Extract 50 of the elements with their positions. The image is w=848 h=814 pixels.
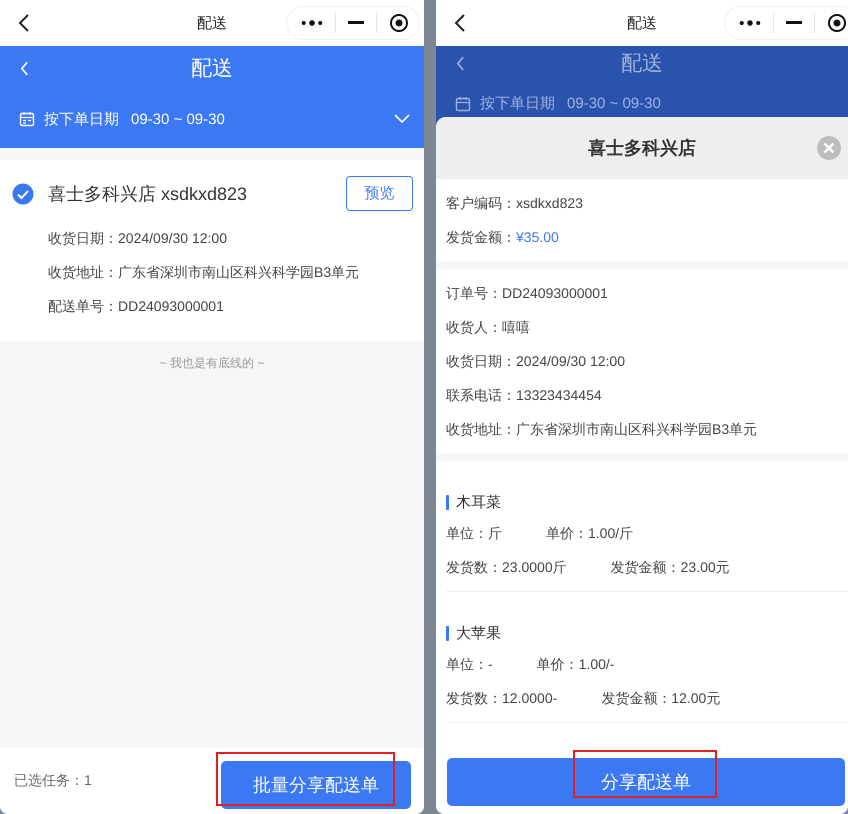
page-title: 配送 [191, 56, 233, 82]
order-field: 收货日期：2024/09/30 12:00 [48, 221, 413, 255]
filter-label[interactable]: 按下单日期 [44, 110, 119, 128]
product-name: 木耳菜 [456, 492, 501, 512]
product-field: 发货金额：12.00元 [601, 690, 720, 708]
order-field: 收货地址：广东省深圳市南山区科兴科学园B3单元 [48, 255, 413, 289]
window-title: 配送 [197, 14, 227, 32]
calendar-icon[interactable] [19, 111, 35, 127]
share-button[interactable]: 分享配送单 [447, 758, 845, 806]
end-note: ~ 我也是有底线的 ~ [158, 355, 266, 372]
info-row-text: 收货人：嘻嘻 [446, 318, 531, 337]
product-field: 发货数：23.0000斤 [446, 559, 567, 577]
product-field: 单价：1.00/斤 [546, 525, 634, 543]
product-field: 单价：1.00/- [536, 656, 614, 674]
info-row-text: 订单号：DD24093000001 [446, 284, 609, 303]
order-card[interactable]: 喜士多科兴店 xsdkxd823 预览 收货日期：2024/09/30 12:00 收货地址：广东省深圳市南山区科兴科学园B3单元 配送单号：DD24093000001 [0, 160, 424, 341]
checkbox-icon[interactable] [12, 182, 34, 204]
order-field: 配送单号：DD24093000001 [48, 289, 413, 323]
info-row-text: 收货日期：2024/09/30 12:00 [446, 352, 626, 371]
capsule-menu[interactable] [286, 6, 420, 40]
more-icon[interactable] [739, 19, 761, 27]
sheet-title: 喜士多科兴店 [588, 137, 696, 160]
date-range[interactable]: 09-30 ~ 09-30 [131, 110, 225, 128]
calendar-icon [455, 96, 471, 112]
back-icon[interactable] [18, 13, 30, 33]
info-row-text: 收货地址：广东省深圳市南山区科兴科学园B3单元 [446, 420, 758, 439]
product-field: 发货数：12.0000- [446, 690, 558, 708]
product-name: 大苹果 [456, 624, 501, 642]
window-title: 配送 [627, 14, 657, 32]
selected-count: 已选任务：1 [14, 772, 92, 790]
capsule-menu[interactable] [724, 6, 848, 40]
preview-button[interactable]: 预览 [346, 176, 413, 211]
more-icon[interactable] [301, 19, 323, 27]
product-field: 单位：- [446, 656, 493, 674]
batch-share-button[interactable]: 批量分享配送单 [221, 761, 411, 809]
info-row-text: 客户编码：xsdkxd823 [446, 194, 584, 213]
filter-label: 按下单日期 [480, 94, 555, 114]
info-row-text: 发货金额：¥35.00 [446, 228, 560, 247]
page-title: 配送 [621, 51, 663, 78]
product-field: 单位：斤 [446, 525, 502, 543]
chevron-down-icon[interactable] [394, 114, 410, 124]
minimize-icon[interactable] [348, 21, 364, 25]
minimize-icon[interactable] [786, 21, 802, 25]
target-icon[interactable] [827, 13, 847, 33]
target-icon[interactable] [389, 13, 409, 33]
store-name: 喜士多科兴店 xsdkxd823 [48, 182, 248, 206]
info-row-text: 联系电话：13323434454 [446, 386, 603, 405]
product-field: 发货金额：23.00元 [610, 559, 730, 577]
date-range: 09-30 ~ 09-30 [567, 95, 661, 112]
back-icon[interactable] [454, 13, 466, 33]
